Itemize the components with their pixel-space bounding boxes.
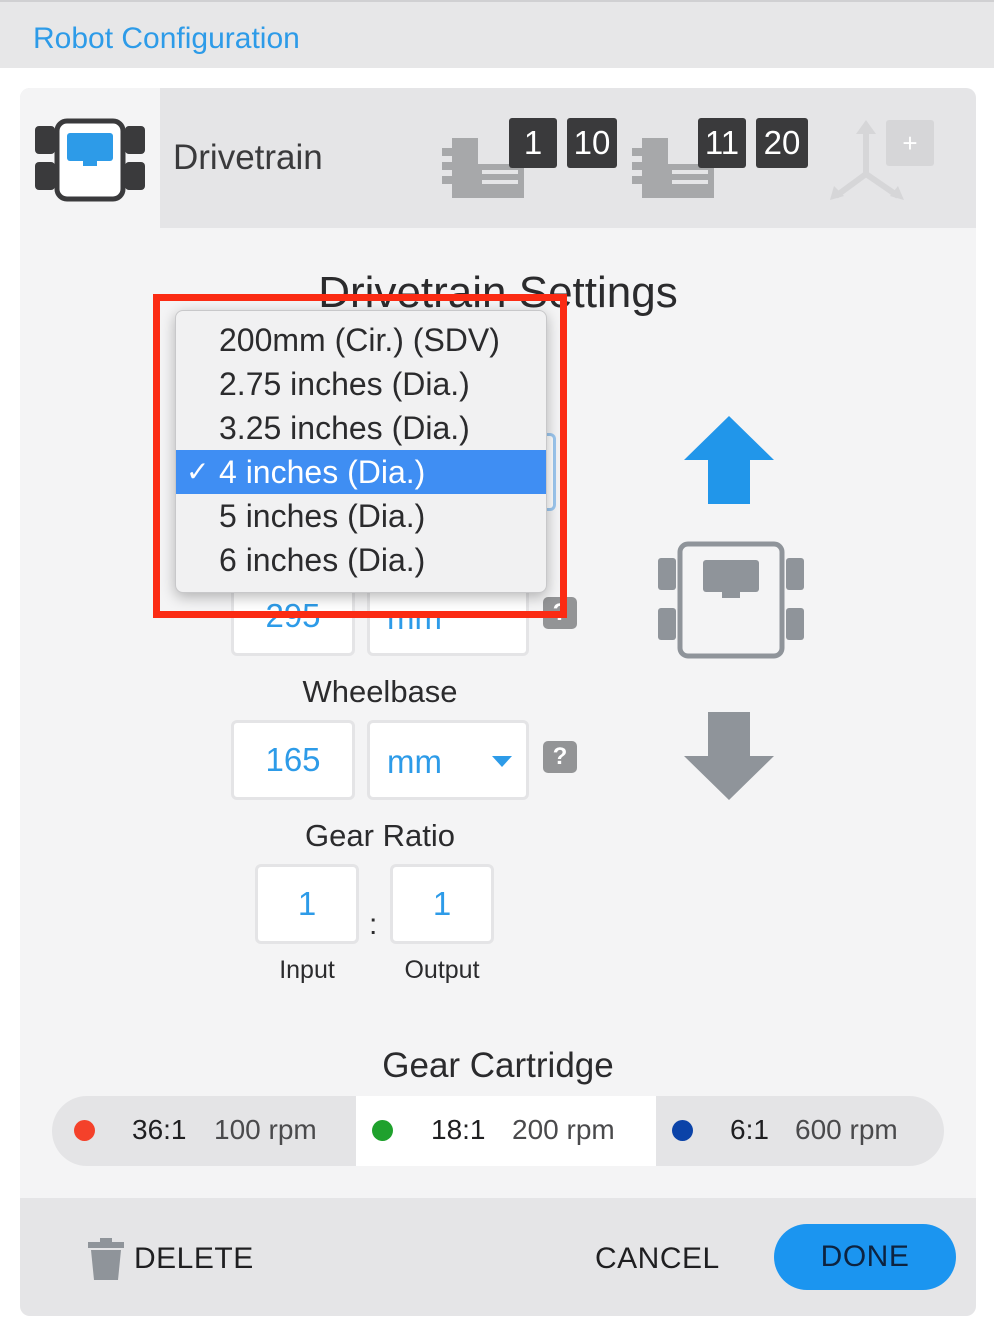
red-dot-icon — [74, 1120, 95, 1141]
green-dot-icon — [372, 1120, 393, 1141]
input-label: Input — [279, 956, 335, 984]
drivetrain-tab-label: Drivetrain — [173, 138, 323, 177]
gear-ratio-output-field[interactable]: 1 — [390, 864, 494, 944]
drivetrain-icon — [35, 118, 145, 202]
chevron-down-icon — [492, 756, 512, 767]
wheelbase-help-icon[interactable]: ? — [543, 741, 577, 773]
dialog-footer: DELETE CANCEL DONE — [20, 1198, 976, 1316]
drivetrain-tab[interactable] — [20, 88, 160, 228]
ratio-separator: : — [369, 908, 378, 941]
gear-cartridge-selector: 36:1 100 rpm 18:1 200 rpm 6:1 600 rpm — [52, 1096, 944, 1166]
port-20[interactable]: 20 — [756, 118, 808, 168]
gear-cartridge-title: Gear Cartridge — [382, 1046, 614, 1085]
forward-arrow-icon — [684, 416, 774, 504]
port-10[interactable]: 10 — [567, 118, 617, 168]
wheelbase-unit-select[interactable]: mm — [367, 720, 529, 800]
done-button[interactable]: DONE — [774, 1224, 956, 1290]
trash-icon — [88, 1238, 124, 1280]
robot-topview-icon — [658, 541, 804, 659]
gear-ratio-input-field[interactable]: 1 — [255, 864, 359, 944]
cartridge-option-36-1[interactable]: 36:1 100 rpm — [52, 1096, 356, 1166]
gyro-axes-icon[interactable]: + — [826, 118, 938, 202]
title-bar: Robot Configuration — [0, 0, 994, 68]
blue-dot-icon — [672, 1120, 693, 1141]
device-tab-bar: Drivetrain 1 10 11 20 + — [20, 88, 976, 228]
wheelbase-input[interactable]: 165 — [231, 720, 355, 800]
cancel-button[interactable]: CANCEL — [595, 1242, 720, 1276]
window-title: Robot Configuration — [33, 22, 300, 55]
port-1[interactable]: 1 — [509, 118, 557, 168]
svg-text:+: + — [902, 128, 917, 158]
wheelbase-label: Wheelbase — [302, 674, 458, 709]
gear-ratio-label: Gear Ratio — [305, 818, 455, 853]
port-11[interactable]: 11 — [698, 118, 746, 168]
highlight-box — [153, 294, 567, 618]
config-panel: Drivetrain 1 10 11 20 + Drivetrain Setti… — [20, 88, 976, 1316]
backward-arrow-icon — [684, 712, 774, 800]
output-label: Output — [404, 956, 480, 984]
cartridge-option-18-1[interactable]: 18:1 200 rpm — [356, 1096, 656, 1166]
cartridge-option-6-1[interactable]: 6:1 600 rpm — [656, 1096, 944, 1166]
